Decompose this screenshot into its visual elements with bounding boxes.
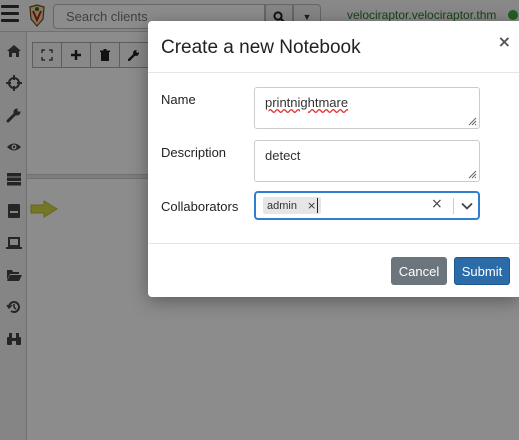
- cancel-button[interactable]: Cancel: [391, 257, 447, 285]
- name-label: Name: [161, 92, 196, 107]
- chevron-down-icon[interactable]: [460, 199, 474, 213]
- submit-button[interactable]: Submit: [454, 257, 510, 285]
- clear-selection-button[interactable]: ×: [431, 196, 443, 212]
- collaborator-tag-label: admin: [267, 199, 297, 212]
- resize-grip-icon[interactable]: [468, 170, 477, 179]
- description-label: Description: [161, 145, 227, 160]
- close-dialog-button[interactable]: ×: [498, 32, 511, 51]
- collaborator-tag: admin ×: [263, 197, 322, 214]
- remove-collaborator-button[interactable]: ×: [302, 199, 321, 212]
- description-field[interactable]: detect: [254, 140, 480, 182]
- name-field[interactable]: printnightmare: [254, 87, 480, 129]
- resize-grip-icon[interactable]: [468, 117, 477, 126]
- name-input[interactable]: printnightmare: [255, 88, 479, 128]
- collaborators-label: Collaborators: [161, 199, 239, 214]
- description-input[interactable]: detect: [255, 141, 479, 181]
- dialog-footer: Cancel Submit: [148, 243, 519, 297]
- dialog-header: Create a new Notebook ×: [148, 21, 519, 73]
- dialog-title: Create a new Notebook: [161, 37, 361, 58]
- collaborators-select[interactable]: admin × ×: [254, 191, 480, 220]
- select-separator: [453, 198, 454, 214]
- text-cursor: [317, 198, 318, 213]
- create-notebook-dialog: Create a new Notebook × Name printnightm…: [148, 21, 519, 297]
